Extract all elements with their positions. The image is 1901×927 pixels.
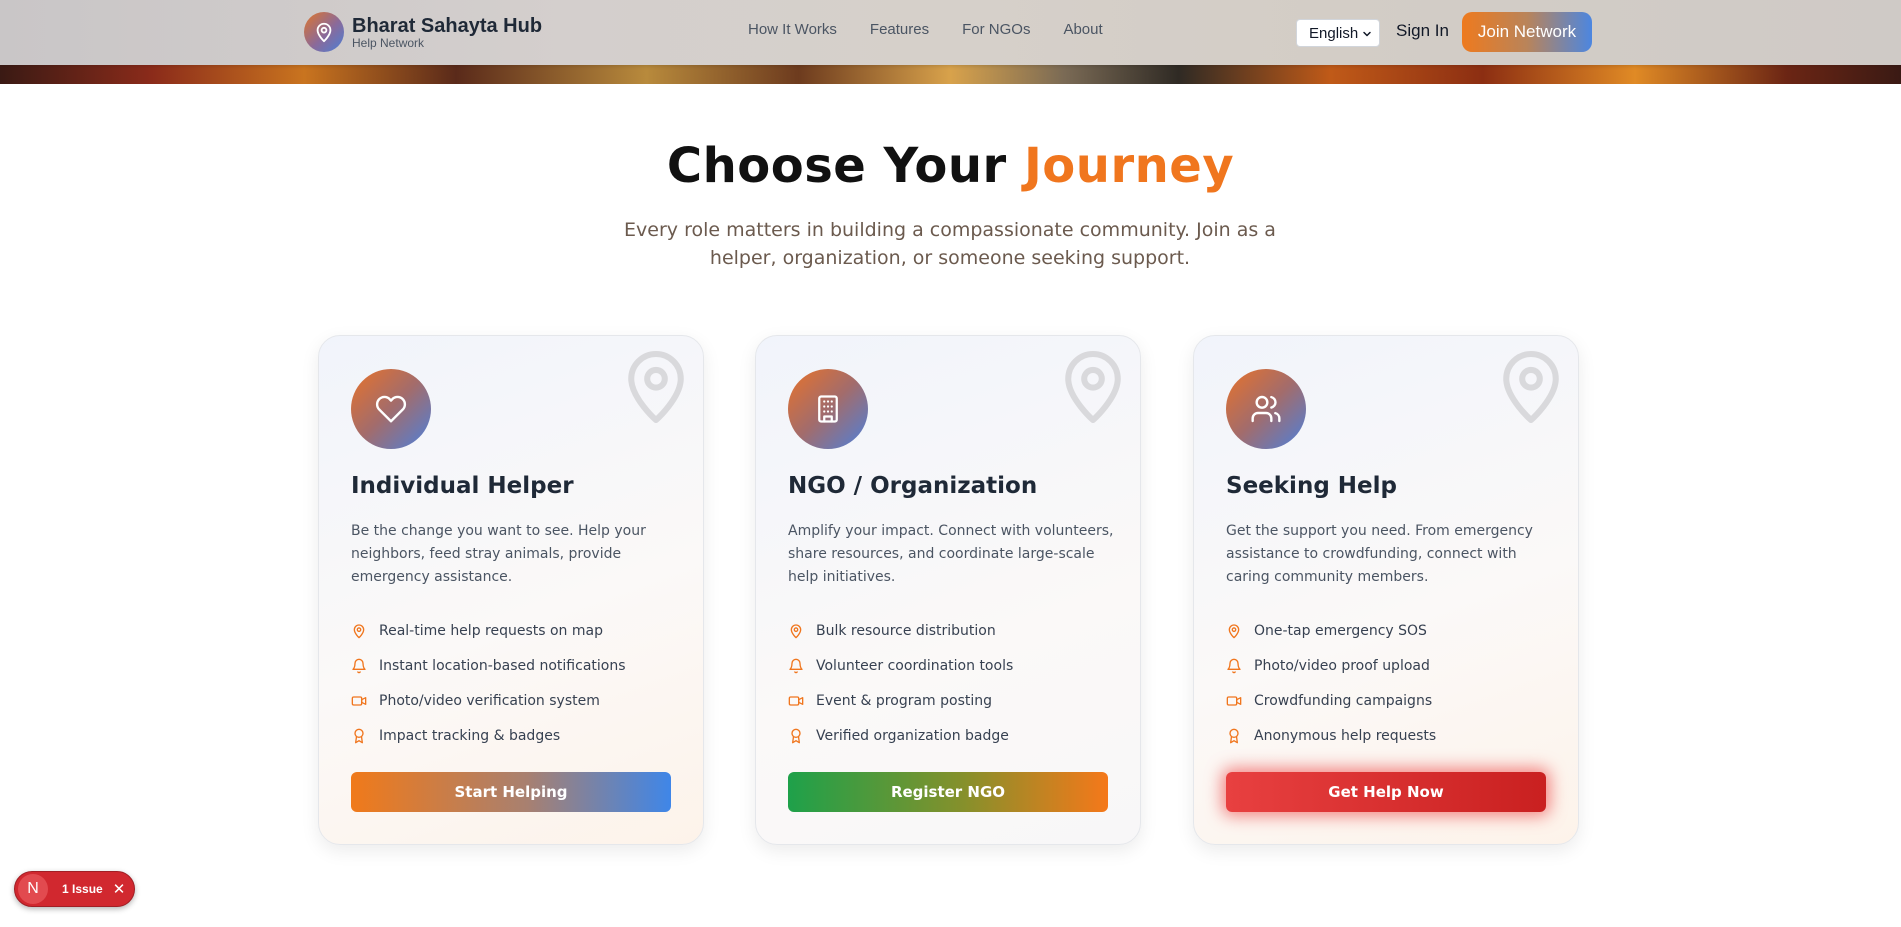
start-helping-button[interactable]: Start Helping [351, 772, 671, 812]
feature-item: Photo/video verification system [351, 683, 626, 718]
feature-label: Instant location-based notifications [379, 657, 626, 674]
feature-item: Bulk resource distribution [788, 613, 1013, 648]
feature-item: Impact tracking & badges [351, 718, 626, 753]
bell-icon [351, 658, 367, 674]
map-pin-icon [304, 12, 344, 52]
feature-item: Real-time help requests on map [351, 613, 626, 648]
register-ngo-button[interactable]: Register NGO [788, 772, 1108, 812]
feature-item: Verified organization badge [788, 718, 1013, 753]
feature-label: Verified organization badge [816, 727, 1009, 744]
nav-link-how-it-works[interactable]: How It Works [748, 21, 837, 38]
language-select[interactable]: English [1296, 19, 1380, 47]
feature-item: Event & program posting [788, 683, 1013, 718]
card-description: Amplify your impact. Connect with volunt… [788, 523, 1114, 585]
feature-label: Anonymous help requests [1254, 727, 1437, 744]
nav-link-features[interactable]: Features [870, 21, 929, 38]
feature-item: Crowdfunding campaigns [1226, 683, 1436, 718]
main-nav: How It Works Features For NGOs About [748, 21, 1103, 38]
award-icon [1226, 728, 1242, 744]
map-pin-icon [788, 623, 804, 639]
feature-label: One-tap emergency SOS [1254, 622, 1427, 639]
card-ngo-organization: NGO / Organization Amplify your impact. … [755, 335, 1141, 845]
card-individual-helper: Individual Helper Be the change you want… [318, 335, 704, 845]
video-icon [788, 693, 804, 709]
feature-label: Real-time help requests on map [379, 622, 603, 639]
next-logo-icon: N [18, 874, 48, 904]
issues-badge[interactable]: N 1 Issue ✕ [14, 871, 135, 907]
map-pin-icon [351, 623, 367, 639]
feature-item: Volunteer coordination tools [788, 648, 1013, 683]
top-navbar: Bharat Sahayta Hub Help Network How It W… [0, 0, 1901, 65]
nav-link-about[interactable]: About [1063, 21, 1102, 38]
card-description: Be the change you want to see. Help your… [351, 523, 646, 585]
feature-label: Photo/video verification system [379, 692, 600, 709]
feature-label: Event & program posting [816, 692, 993, 709]
feature-list: Bulk resource distribution Volunteer coo… [788, 613, 1013, 753]
brand-name: Bharat Sahayta Hub [352, 14, 543, 37]
feature-list: One-tap emergency SOS Photo/video proof … [1226, 613, 1436, 753]
card-title: NGO / Organization [788, 473, 1038, 499]
video-icon [351, 693, 367, 709]
award-icon [788, 728, 804, 744]
map-pin-icon [1226, 623, 1242, 639]
building-icon [788, 369, 868, 449]
feature-label: Bulk resource distribution [816, 622, 996, 639]
feature-label: Volunteer coordination tools [816, 657, 1014, 674]
bell-icon [788, 658, 804, 674]
section-title: Choose Your Journey [0, 138, 1901, 194]
users-icon [1226, 369, 1306, 449]
feature-item: Instant location-based notifications [351, 648, 626, 683]
card-seeking-help: Seeking Help Get the support you need. F… [1193, 335, 1579, 845]
nav-link-for-ngos[interactable]: For NGOs [962, 21, 1030, 38]
section-title-accent: Journey [1023, 138, 1235, 194]
feature-label: Impact tracking & badges [379, 727, 561, 744]
close-icon[interactable]: ✕ [113, 880, 126, 898]
video-icon [1226, 693, 1242, 709]
bell-icon [1226, 658, 1242, 674]
award-icon [351, 728, 367, 744]
brand-tagline: Help Network [352, 35, 425, 50]
feature-label: Crowdfunding campaigns [1254, 692, 1433, 709]
heart-icon [351, 369, 431, 449]
feature-item: One-tap emergency SOS [1226, 613, 1436, 648]
card-title: Seeking Help [1226, 473, 1397, 499]
sign-in-link[interactable]: Sign In [1396, 21, 1449, 41]
chevron-down-icon [1361, 27, 1373, 44]
get-help-now-button[interactable]: Get Help Now [1226, 772, 1546, 812]
card-description: Get the support you need. From emergency… [1226, 523, 1533, 585]
card-title: Individual Helper [351, 473, 574, 499]
join-network-button[interactable]: Join Network [1462, 12, 1592, 52]
section-title-main: Choose Your [666, 138, 1024, 194]
map-pin-icon [1060, 348, 1126, 430]
brand-logo-link[interactable]: Bharat Sahayta Hub Help Network [304, 12, 542, 52]
feature-item: Photo/video proof upload [1226, 648, 1436, 683]
map-pin-icon [1498, 348, 1564, 430]
feature-item: Anonymous help requests [1226, 718, 1436, 753]
feature-list: Real-time help requests on map Instant l… [351, 613, 626, 753]
issues-count-label: 1 Issue [62, 882, 103, 896]
feature-label: Photo/video proof upload [1254, 657, 1430, 674]
language-select-value: English [1309, 24, 1359, 42]
section-subtitle: Every role matters in building a compass… [624, 219, 1276, 269]
map-pin-icon [623, 348, 689, 430]
